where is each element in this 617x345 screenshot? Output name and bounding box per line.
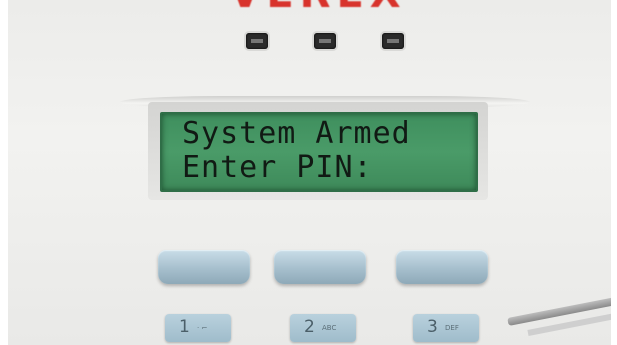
function-key-1[interactable] <box>158 250 250 284</box>
keypad-panel: VEREX System Armed Enter PIN: 1 · ⌐ 2 AB… <box>8 0 611 345</box>
function-key-2[interactable] <box>274 250 366 284</box>
key-letters: DEF <box>445 324 459 332</box>
key-number: 3 <box>427 317 438 337</box>
keypad-key-3[interactable]: 3 DEF <box>413 314 479 342</box>
brand-logo: VEREX <box>208 0 428 14</box>
lcd-line-1: System Armed <box>182 116 411 151</box>
status-led-icon <box>246 33 268 49</box>
lcd-display: System Armed Enter PIN: <box>160 112 478 192</box>
lcd-line-2: Enter PIN: <box>182 150 373 185</box>
keypad-key-1[interactable]: 1 · ⌐ <box>165 314 231 342</box>
key-letters: · ⌐ <box>197 324 208 332</box>
status-led-icon <box>382 33 404 49</box>
key-letters: ABC <box>322 324 337 332</box>
status-led-icon <box>314 33 336 49</box>
keypad-key-2[interactable]: 2 ABC <box>290 314 356 342</box>
key-number: 1 <box>179 317 190 337</box>
function-key-3[interactable] <box>396 250 488 284</box>
key-number: 2 <box>304 317 315 337</box>
